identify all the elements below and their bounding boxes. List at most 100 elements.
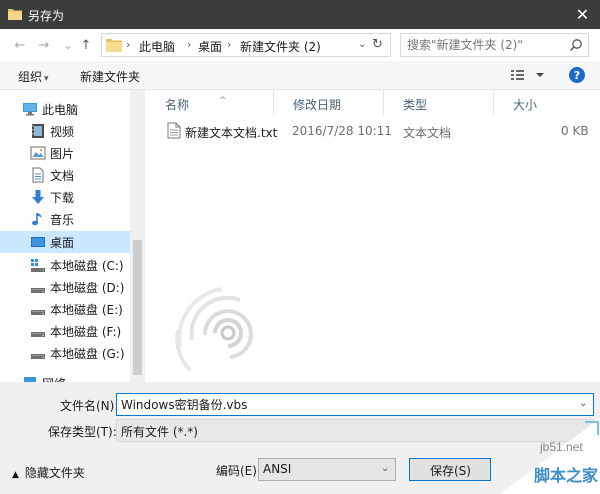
- close-button[interactable]: ✕: [565, 0, 600, 29]
- column-header-type[interactable]: 类型: [383, 90, 493, 116]
- music-icon: [32, 213, 42, 226]
- folder-icon: [106, 39, 122, 52]
- window-title: 另存为: [28, 9, 65, 23]
- help-button[interactable]: ?: [569, 67, 585, 83]
- swirl-watermark-icon: [175, 287, 253, 372]
- filetype-value: 所有文件 (*.*): [121, 425, 198, 439]
- column-header-label: 类型: [403, 98, 428, 112]
- sidebar-item-this-pc[interactable]: 此电脑: [0, 98, 130, 120]
- back-button[interactable]: ←: [12, 36, 28, 54]
- sidebar-item-label: 本地磁盘 (F:): [50, 324, 122, 339]
- file-date: 2016/7/28 10:11: [292, 124, 392, 138]
- site-watermark: jb51.net 脚本之家: [500, 418, 600, 494]
- address-bar[interactable]: › 此电脑 › 桌面 › 新建文件夹 (2) ⌄ ↻: [101, 33, 391, 57]
- hide-folders-label: 隐藏文件夹: [24, 466, 85, 480]
- filename-input[interactable]: [121, 397, 561, 412]
- sidebar-item-label: 文档: [50, 168, 75, 183]
- watermark-brand: 脚本之家: [534, 466, 599, 485]
- sidebar-item-drive-e[interactable]: 本地磁盘 (E:): [0, 298, 130, 320]
- sort-ascending-icon: ^: [219, 96, 227, 106]
- encoding-select[interactable]: ANSI ⌄: [258, 458, 396, 481]
- column-header-label: 修改日期: [293, 98, 342, 112]
- sidebar-item-label: 图片: [50, 146, 75, 161]
- navigation-bar: ← → ⌄ ↑ › 此电脑 › 桌面 › 新建文件夹 (2) ⌄ ↻: [0, 29, 600, 61]
- search-icon[interactable]: [569, 38, 583, 52]
- network-icon: [24, 377, 36, 382]
- column-header-name[interactable]: 名称 ^: [145, 90, 273, 116]
- up-button[interactable]: ↑: [78, 36, 94, 54]
- sidebar-item-downloads[interactable]: 下载: [0, 186, 130, 208]
- drive-icon: [31, 288, 45, 293]
- sidebar-item-drive-g[interactable]: 本地磁盘 (G:): [0, 342, 130, 364]
- drive-icon: [31, 354, 45, 359]
- sidebar-item-drive-c[interactable]: 本地磁盘 (C:): [0, 254, 130, 276]
- sidebar-item-music[interactable]: 音乐: [0, 208, 130, 230]
- file-list: 名称 ^ 修改日期 类型 大小 新建文本文档.txt 2016/7/28 10:…: [145, 90, 600, 382]
- chevron-down-icon[interactable]: ⌄: [358, 39, 366, 50]
- sidebar-item-label: 视频: [50, 124, 75, 139]
- breadcrumb-item[interactable]: 桌面: [198, 38, 222, 55]
- sidebar-item-pictures[interactable]: 图片: [0, 142, 130, 164]
- forward-button[interactable]: →: [36, 36, 52, 54]
- save-button[interactable]: 保存(S): [409, 458, 491, 481]
- breadcrumb-separator: ›: [187, 38, 192, 51]
- column-header-date[interactable]: 修改日期: [273, 90, 383, 116]
- folder-icon: [8, 9, 22, 20]
- navigation-pane: 此电脑 视频 图片 文档 下载 音乐 桌面 本地磁盘 (C:) 本地磁盘 (D:…: [0, 90, 145, 382]
- filename-label: 文件名(N):: [60, 399, 119, 413]
- file-name: 新建文本文档.txt: [185, 126, 278, 140]
- video-icon: [32, 124, 44, 138]
- view-list-icon: [511, 70, 544, 80]
- filetype-label: 保存类型(T):: [48, 425, 117, 439]
- download-icon: [32, 190, 44, 204]
- new-folder-button[interactable]: 新建文件夹: [80, 68, 140, 85]
- sidebar-item-label: 本地磁盘 (C:): [50, 258, 124, 273]
- organize-menu[interactable]: 组织 ▾: [18, 68, 49, 85]
- search-box[interactable]: [400, 33, 589, 57]
- column-header-label: 名称: [165, 98, 190, 112]
- sidebar-item-label: 本地磁盘 (D:): [50, 280, 125, 295]
- sidebar-item-desktop[interactable]: 桌面: [0, 231, 130, 253]
- column-header-size[interactable]: 大小: [493, 90, 600, 116]
- text-file-icon: [167, 122, 181, 139]
- hide-folders-button[interactable]: ▲ 隐藏文件夹: [12, 464, 85, 481]
- desktop-icon: [31, 237, 45, 247]
- sidebar-item-label: 本地磁盘 (E:): [50, 302, 123, 317]
- file-type: 文本文档: [403, 126, 452, 140]
- encoding-value: ANSI: [263, 462, 292, 476]
- search-input[interactable]: [407, 37, 567, 53]
- encoding-label: 编码(E):: [216, 464, 261, 478]
- chevron-up-icon: ▲: [12, 470, 19, 480]
- navigation-scrollbar[interactable]: [130, 90, 145, 382]
- drive-icon: [31, 310, 45, 315]
- sidebar-item-label: 此电脑: [42, 102, 79, 117]
- picture-icon: [30, 146, 46, 160]
- refresh-icon[interactable]: ↻: [372, 37, 383, 52]
- filename-combobox[interactable]: ⌄: [116, 393, 594, 416]
- sidebar-item-label: 网络: [42, 375, 66, 383]
- system-drive-icon: [31, 259, 45, 272]
- sidebar-item-label: 下载: [50, 190, 75, 205]
- computer-icon: [23, 103, 37, 116]
- scrollbar-thumb[interactable]: [133, 240, 142, 375]
- sidebar-item-documents[interactable]: 文档: [0, 164, 130, 186]
- breadcrumb-item[interactable]: 新建文件夹 (2): [240, 38, 321, 55]
- title-bar: 另存为 ✕: [0, 0, 600, 29]
- chevron-down-icon[interactable]: ⌄: [579, 398, 587, 409]
- change-view-button[interactable]: [510, 67, 546, 83]
- chevron-down-icon: ⌄: [381, 463, 390, 474]
- watermark-site: jb51.net: [540, 440, 583, 454]
- sidebar-item-label: 音乐: [50, 212, 75, 227]
- sidebar-item-label: 桌面: [50, 235, 75, 250]
- breadcrumb-separator: ›: [227, 38, 232, 51]
- recent-locations-button[interactable]: ⌄: [60, 36, 76, 54]
- table-row[interactable]: 新建文本文档.txt 2016/7/28 10:11 文本文档 0 KB: [145, 120, 600, 142]
- drive-icon: [31, 332, 45, 337]
- file-size: 0 KB: [561, 124, 589, 138]
- breadcrumb-item[interactable]: 此电脑: [139, 38, 175, 55]
- sidebar-item-drive-d[interactable]: 本地磁盘 (D:): [0, 276, 130, 298]
- sidebar-item-drive-f[interactable]: 本地磁盘 (F:): [0, 320, 130, 342]
- organize-label: 组织: [18, 70, 43, 84]
- sidebar-item-videos[interactable]: 视频: [0, 120, 130, 142]
- sidebar-item-network[interactable]: 网络: [0, 372, 130, 382]
